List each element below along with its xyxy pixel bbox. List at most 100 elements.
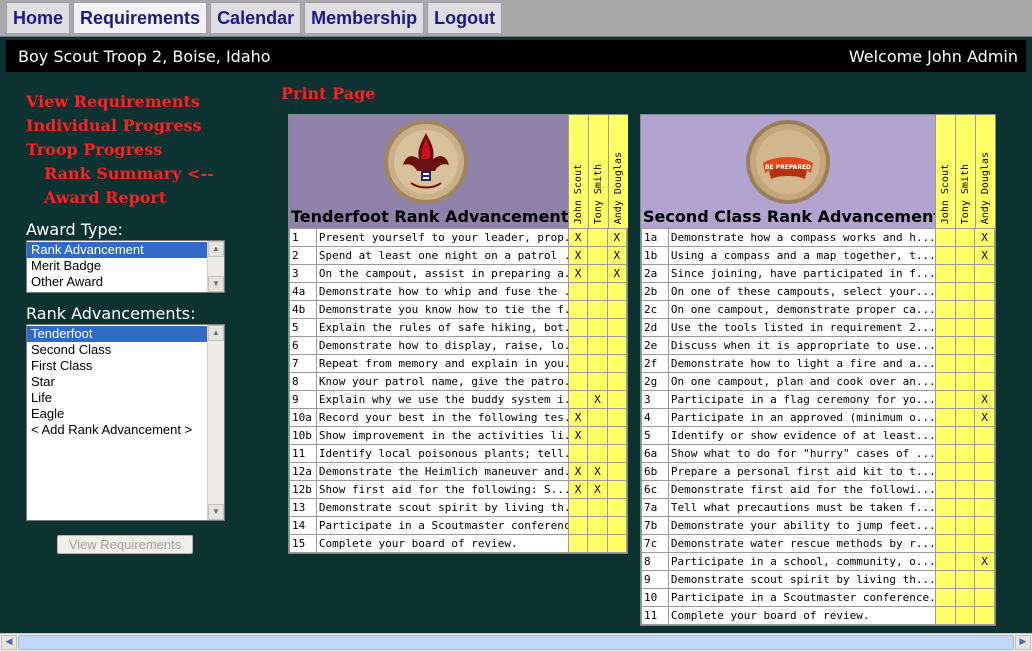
completion-cell[interactable] xyxy=(974,606,995,625)
requirement-text[interactable]: Repeat from memory and explain in you... xyxy=(315,354,569,373)
completion-cell[interactable] xyxy=(587,282,608,301)
requirement-text[interactable]: Prepare a personal first aid kit to t... xyxy=(667,462,936,481)
requirement-text[interactable]: On the campout, assist in preparing a... xyxy=(315,264,569,283)
completion-cell[interactable] xyxy=(606,300,628,319)
requirement-text[interactable]: Know your patrol name, give the patro... xyxy=(315,372,569,391)
completion-cell[interactable] xyxy=(974,426,995,445)
completion-cell[interactable] xyxy=(567,516,589,535)
requirement-text[interactable]: Identify or show evidence of at least... xyxy=(667,426,936,445)
scroll-up-icon[interactable]: ▲ xyxy=(208,241,224,257)
completion-cell[interactable]: X xyxy=(606,228,628,247)
completion-cell[interactable] xyxy=(934,318,956,337)
rank-advancements-listbox[interactable]: Tenderfoot Second Class First Class Star Lif… xyxy=(26,324,225,521)
completion-cell[interactable]: X xyxy=(567,228,589,247)
requirement-text[interactable]: Complete your board of review. xyxy=(315,534,569,553)
requirement-text[interactable]: Demonstrate how to display, raise, lo... xyxy=(315,336,569,355)
requirement-text[interactable]: Demonstrate how to whip and fuse the ... xyxy=(315,282,569,301)
completion-cell[interactable] xyxy=(974,462,995,481)
requirement-text[interactable]: Present yourself to your leader, prop... xyxy=(315,228,569,247)
completion-cell[interactable] xyxy=(606,480,628,499)
completion-cell[interactable] xyxy=(587,264,608,283)
award-report-link[interactable]: Award Report xyxy=(26,186,214,210)
completion-cell[interactable] xyxy=(974,498,995,517)
completion-cell[interactable] xyxy=(606,390,628,409)
award-type-option[interactable]: Rank Advancement xyxy=(27,242,224,258)
requirement-text[interactable]: Demonstrate scout spirit by living th... xyxy=(315,498,569,517)
completion-cell[interactable] xyxy=(587,498,608,517)
scroll-left-icon[interactable]: ◀ xyxy=(1,635,17,650)
completion-cell[interactable] xyxy=(974,354,995,373)
completion-cell[interactable] xyxy=(934,462,956,481)
award-type-listbox[interactable]: Rank Advancement Merit Badge Other Award ▲… xyxy=(26,240,225,293)
completion-cell[interactable] xyxy=(934,480,956,499)
completion-cell[interactable] xyxy=(954,282,976,301)
completion-cell[interactable] xyxy=(974,336,995,355)
view-requirements-link[interactable]: View Requirements xyxy=(26,90,214,114)
completion-cell[interactable] xyxy=(567,372,589,391)
requirement-text[interactable]: Participate in an approved (minimum o... xyxy=(667,408,936,427)
completion-cell[interactable] xyxy=(934,534,956,553)
completion-cell[interactable] xyxy=(954,462,976,481)
completion-cell[interactable]: X xyxy=(974,246,995,265)
award-type-option[interactable]: Merit Badge xyxy=(27,258,224,274)
requirement-text[interactable]: Demonstrate how to light a fire and a... xyxy=(667,354,936,373)
nav-tab-requirements[interactable]: Requirements xyxy=(73,2,208,34)
nav-tab-calendar[interactable]: Calendar xyxy=(210,2,302,34)
requirement-text[interactable]: Participate in a Scoutmaster conference. xyxy=(667,588,936,607)
requirement-text[interactable]: Complete your board of review. xyxy=(667,606,936,625)
completion-cell[interactable]: X xyxy=(974,408,995,427)
completion-cell[interactable] xyxy=(587,336,608,355)
completion-cell[interactable]: X xyxy=(567,408,589,427)
completion-cell[interactable] xyxy=(567,390,589,409)
completion-cell[interactable]: X xyxy=(567,264,589,283)
completion-cell[interactable] xyxy=(567,300,589,319)
completion-cell[interactable] xyxy=(587,426,608,445)
completion-cell[interactable] xyxy=(606,534,628,553)
completion-cell[interactable] xyxy=(567,498,589,517)
requirement-text[interactable]: Explain why we use the buddy system i... xyxy=(315,390,569,409)
print-page-link[interactable]: Print Page xyxy=(281,84,375,103)
requirement-text[interactable]: Spend at least one night on a patrol ... xyxy=(315,246,569,265)
completion-cell[interactable]: X xyxy=(567,480,589,499)
requirement-text[interactable]: Show what to do for "hurry" cases of ... xyxy=(667,444,936,463)
completion-cell[interactable] xyxy=(954,570,976,589)
completion-cell[interactable]: X xyxy=(587,390,608,409)
completion-cell[interactable] xyxy=(954,246,976,265)
completion-cell[interactable] xyxy=(974,264,995,283)
completion-cell[interactable] xyxy=(934,336,956,355)
completion-cell[interactable] xyxy=(954,408,976,427)
completion-cell[interactable] xyxy=(587,372,608,391)
requirement-text[interactable]: Since joining, have participated in f... xyxy=(667,264,936,283)
completion-cell[interactable] xyxy=(954,498,976,517)
requirement-text[interactable]: Using a compass and a map together, t... xyxy=(667,246,936,265)
requirement-text[interactable]: Demonstrate first aid for the followi... xyxy=(667,480,936,499)
completion-cell[interactable] xyxy=(567,354,589,373)
requirement-text[interactable]: Demonstrate how a compass works and h... xyxy=(667,228,936,247)
rank-option[interactable]: Life xyxy=(27,390,224,406)
completion-cell[interactable] xyxy=(934,354,956,373)
completion-cell[interactable] xyxy=(587,516,608,535)
requirement-text[interactable]: Participate in a Scoutmaster conference. xyxy=(315,516,569,535)
completion-cell[interactable] xyxy=(567,318,589,337)
completion-cell[interactable] xyxy=(587,534,608,553)
completion-cell[interactable] xyxy=(934,246,956,265)
requirement-text[interactable]: Demonstrate the Heimlich maneuver and... xyxy=(315,462,569,481)
completion-cell[interactable] xyxy=(954,300,976,319)
completion-cell[interactable] xyxy=(606,282,628,301)
scroll-down-icon[interactable]: ▼ xyxy=(208,276,224,292)
completion-cell[interactable] xyxy=(587,246,608,265)
award-type-scrollbar[interactable]: ▲ ▼ xyxy=(207,241,224,292)
completion-cell[interactable] xyxy=(606,498,628,517)
requirement-text[interactable]: Record your best in the following tes... xyxy=(315,408,569,427)
completion-cell[interactable]: X xyxy=(567,462,589,481)
completion-cell[interactable]: X xyxy=(567,246,589,265)
completion-cell[interactable] xyxy=(587,318,608,337)
completion-cell[interactable]: X xyxy=(974,390,995,409)
completion-cell[interactable] xyxy=(606,372,628,391)
completion-cell[interactable] xyxy=(606,516,628,535)
rank-option[interactable]: Second Class xyxy=(27,342,224,358)
completion-cell[interactable]: X xyxy=(587,462,608,481)
completion-cell[interactable] xyxy=(934,606,956,625)
completion-cell[interactable] xyxy=(934,588,956,607)
completion-cell[interactable] xyxy=(974,588,995,607)
